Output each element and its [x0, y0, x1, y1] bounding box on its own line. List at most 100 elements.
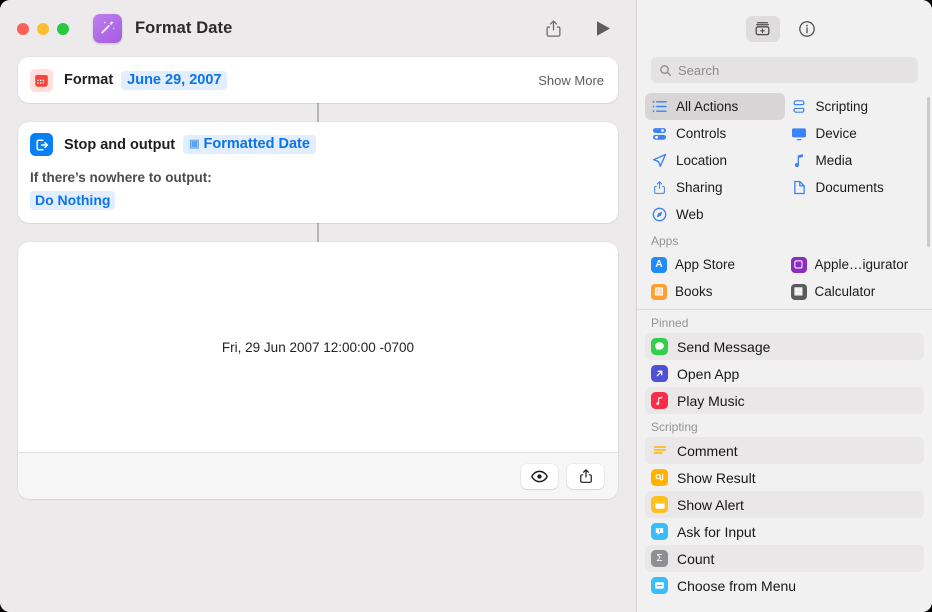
category-label: Controls: [676, 126, 727, 141]
list-item-label: Choose from Menu: [677, 577, 797, 594]
nowhere-to-output-choice[interactable]: Do Nothing: [30, 191, 116, 210]
list-item-choose-from-menu[interactable]: Choose from Menu: [645, 572, 924, 599]
open-app-icon: [651, 365, 668, 382]
search-placeholder: Search: [678, 62, 720, 78]
search-icon: [660, 64, 672, 76]
app-label: Calculator: [814, 284, 876, 299]
sidebar-scrollbar[interactable]: [927, 97, 930, 247]
list-item-send-message[interactable]: Send Message: [645, 333, 924, 360]
action-card-format[interactable]: Format June 29, 2007 Show More: [18, 57, 618, 103]
category-label: Device: [815, 126, 857, 141]
result-body: Fri, 29 Jun 2007 12:00:00 -0700: [18, 242, 618, 453]
count-icon: Σ: [651, 550, 668, 567]
list-item-play-music[interactable]: Play Music: [645, 387, 924, 414]
zoom-window-button[interactable]: [57, 22, 69, 35]
apps-grid: A App Store ▢ Apple…igurator ▥ Books ▦ C…: [637, 251, 932, 305]
magic-wand-icon: [93, 14, 122, 43]
apple-configurator-icon: ▢: [790, 256, 807, 273]
library-scroll-area[interactable]: All Actions Scripting Controls Device Lo…: [637, 93, 932, 612]
show-alert-icon: [651, 496, 668, 513]
category-label: All Actions: [676, 99, 739, 114]
app-label: Apple…igurator: [814, 257, 909, 272]
action-card-stop-and-output[interactable]: Stop and output ▣ Formatted Date If ther…: [18, 122, 618, 223]
category-web[interactable]: Web: [645, 201, 785, 228]
quick-look-button[interactable]: [521, 463, 558, 489]
category-label: Sharing: [676, 180, 723, 195]
app-store-icon: A: [651, 256, 667, 273]
music-note-icon: [791, 153, 808, 168]
shortcuts-window: Format Date Format June 29, 2007 Show Mo…: [0, 0, 932, 612]
display-icon: [791, 127, 808, 141]
close-window-button[interactable]: [17, 22, 29, 35]
list-item-count[interactable]: Σ Count: [645, 545, 924, 572]
show-more-button[interactable]: Show More: [538, 73, 604, 88]
list-item-label: Comment: [677, 442, 738, 459]
scroll-icon: [791, 99, 808, 114]
result-toolbar: [18, 453, 618, 499]
list-item-label: Show Result: [677, 469, 756, 486]
action-label-stop-output: Stop and output: [64, 136, 176, 153]
category-label: Location: [676, 153, 728, 168]
share-shortcut-button[interactable]: [538, 15, 568, 43]
category-label: Documents: [815, 180, 884, 195]
info-button[interactable]: [790, 16, 824, 42]
stop-output-icon: [30, 133, 53, 156]
result-preview-card: Fri, 29 Jun 2007 12:00:00 -0700: [18, 242, 618, 499]
category-sharing[interactable]: Sharing: [645, 174, 785, 201]
action-flow: Format June 29, 2007 Show More Stop and …: [0, 57, 636, 499]
category-label: Web: [676, 207, 704, 222]
ask-input-icon: [651, 523, 668, 540]
page-title: Format Date: [135, 19, 233, 37]
list-item-label: Send Message: [677, 338, 771, 355]
flow-connector: [317, 103, 319, 122]
action-label-format: Format: [64, 72, 114, 88]
date-token[interactable]: June 29, 2007: [121, 70, 228, 90]
pinned-list: Send Message Open App Play Music: [637, 333, 932, 414]
list-item-open-app[interactable]: Open App: [645, 360, 924, 387]
shortcut-editor-pane: Format Date Format June 29, 2007 Show Mo…: [0, 0, 636, 612]
controls-icon: [651, 127, 668, 141]
app-item-calculator[interactable]: ▦ Calculator: [785, 278, 925, 305]
category-controls[interactable]: Controls: [645, 120, 785, 147]
list-item-label: Ask for Input: [677, 523, 756, 540]
list-item-label: Play Music: [677, 392, 745, 409]
stop-output-header: Stop and output ▣ Formatted Date: [30, 133, 604, 156]
section-header-apps: Apps: [651, 234, 679, 248]
list-item-show-alert[interactable]: Show Alert: [645, 491, 924, 518]
formatted-date-token[interactable]: ▣ Formatted Date: [183, 135, 316, 154]
category-all-actions[interactable]: All Actions: [645, 93, 785, 120]
variable-glyph-icon: ▣: [189, 137, 200, 150]
share-result-button[interactable]: [567, 463, 604, 489]
window-titlebar: Format Date: [0, 0, 636, 57]
search-field[interactable]: Search: [651, 57, 918, 83]
show-result-icon: [651, 469, 668, 486]
app-item-books[interactable]: ▥ Books: [645, 278, 785, 305]
category-scripting[interactable]: Scripting: [785, 93, 925, 120]
category-documents[interactable]: Documents: [785, 174, 925, 201]
action-library-sidebar: Search All Actions Scripting Controls De…: [636, 0, 932, 612]
action-library-button[interactable]: [745, 15, 780, 42]
list-item-comment[interactable]: Comment: [645, 437, 924, 464]
comment-icon: [651, 442, 668, 459]
category-label: Scripting: [815, 99, 869, 114]
app-item-apple-configurator[interactable]: ▢ Apple…igurator: [785, 251, 925, 278]
category-label: Media: [815, 153, 853, 168]
document-icon: [791, 180, 808, 195]
list-item-ask-for-input[interactable]: Ask for Input: [645, 518, 924, 545]
calculator-icon: ▦: [790, 283, 807, 300]
section-header-scripting: Scripting: [651, 420, 698, 434]
category-device[interactable]: Device: [785, 120, 925, 147]
section-header-pinned: Pinned: [651, 316, 689, 330]
run-shortcut-button[interactable]: [588, 15, 618, 43]
minimize-window-button[interactable]: [37, 22, 49, 35]
search-container: Search: [637, 57, 932, 83]
app-item-app-store[interactable]: A App Store: [645, 251, 785, 278]
category-location[interactable]: Location: [645, 147, 785, 174]
list-item-show-result[interactable]: Show Result: [645, 464, 924, 491]
app-label: Books: [675, 284, 713, 299]
formatted-date-token-text: Formatted Date: [203, 136, 310, 152]
list-item-label: Open App: [677, 365, 740, 382]
category-grid: All Actions Scripting Controls Device Lo…: [637, 93, 932, 228]
category-media[interactable]: Media: [785, 147, 925, 174]
calendar-icon: [30, 68, 53, 92]
